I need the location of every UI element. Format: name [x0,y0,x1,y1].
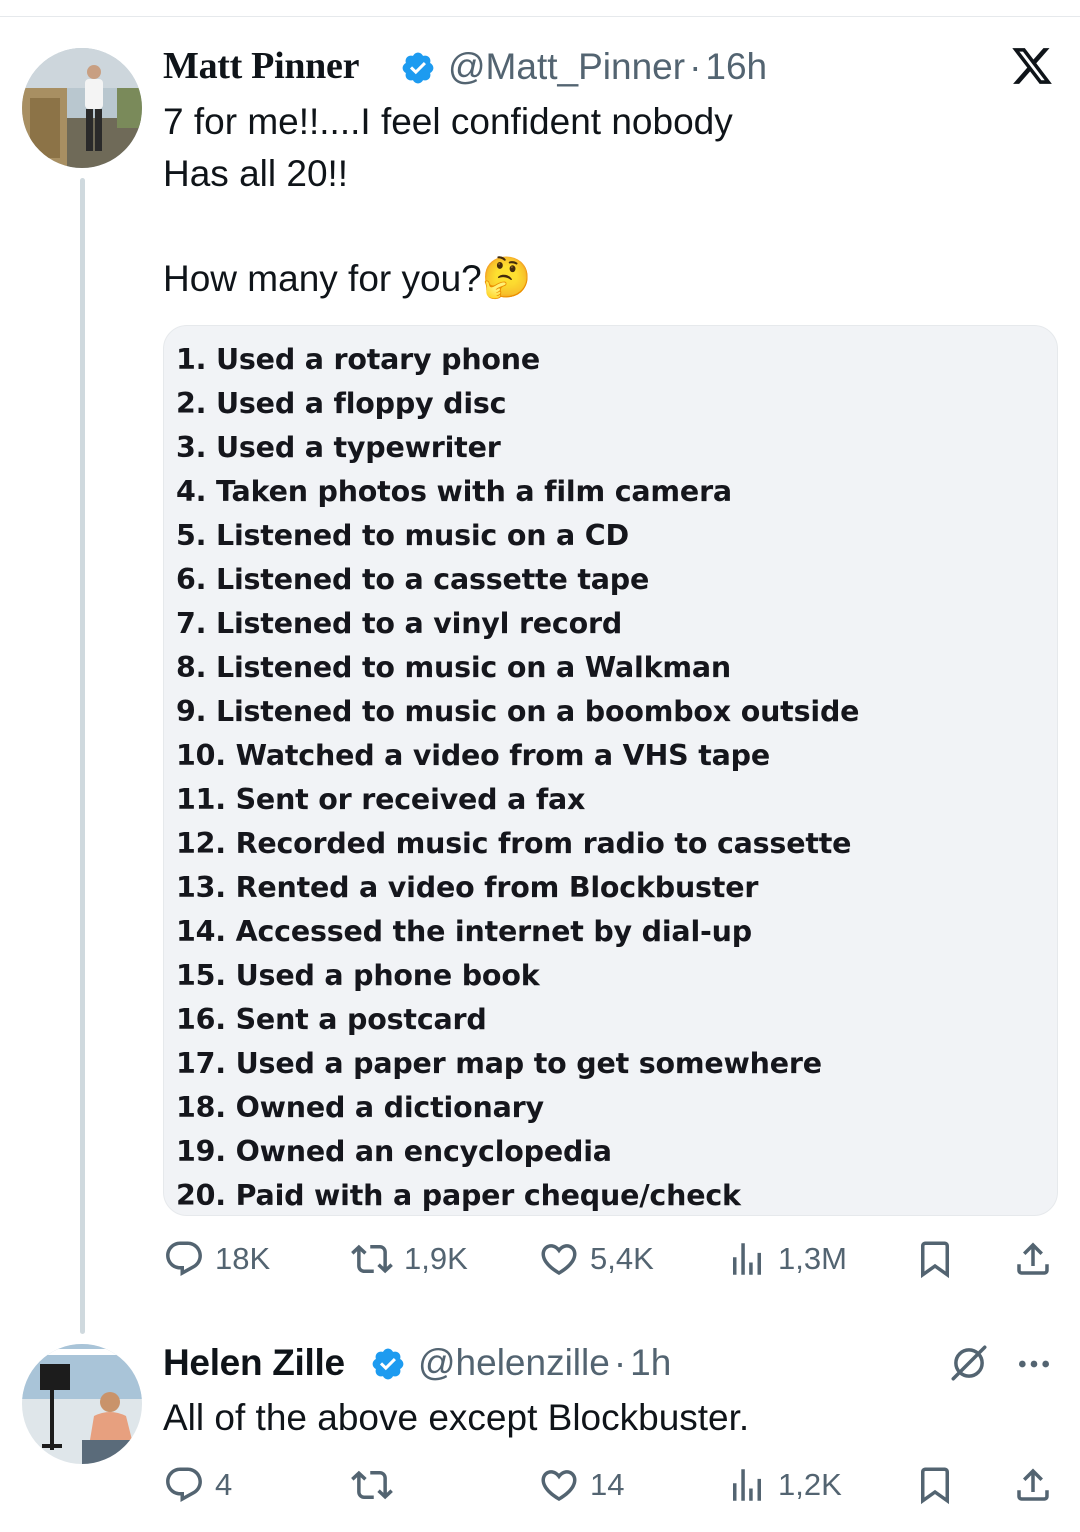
checklist-item: 12. Recorded music from radio to cassett… [176,827,852,860]
share-icon [1017,1242,1049,1275]
repost-button[interactable]: 1,9K [350,1238,468,1280]
repost-icon [351,1244,393,1274]
tweet-text-line-3: How many for you?🤔 [163,252,532,305]
reply-time[interactable]: 1h [630,1342,671,1383]
separator-dot: · [613,1342,627,1383]
checklist-item: 7. Listened to a vinyl record [176,607,623,640]
repost-icon [351,1470,393,1500]
bookmark-button[interactable] [914,1238,956,1285]
checklist-item: 16. Sent a postcard [176,1003,487,1036]
verified-badge-icon [372,1348,404,1380]
tweet-time[interactable]: 16h [705,46,767,87]
tweet-image[interactable]: 1. Used a rotary phone 2. Used a floppy d… [163,325,1058,1216]
reply-views-button[interactable]: 1,2K [726,1464,842,1506]
reply-reply-button[interactable]: 4 [163,1464,232,1506]
checklist-item: 1. Used a rotary phone [176,343,541,376]
checklist-item: 15. Used a phone book [176,959,540,992]
checklist-item: 4. Taken photos with a film camera [176,475,732,508]
reply-text: All of the above except Blockbuster. [163,1397,750,1438]
like-button[interactable]: 5,4K [538,1238,654,1280]
like-count: 5,4K [590,1241,654,1276]
views-button[interactable]: 1,3M [726,1238,847,1280]
checklist-item: 13. Rented a video from Blockbuster [176,871,759,904]
reply-repost-button[interactable] [350,1464,404,1506]
share-button[interactable] [1012,1238,1054,1285]
checklist-item: 5. Listened to music on a CD [176,519,629,552]
checklist-item: 20. Paid with a paper cheque/check [176,1179,741,1212]
reply-author-name[interactable]: Helen Zille [163,1342,345,1384]
reply-like-count: 14 [590,1467,625,1502]
bookmark-icon [921,1241,949,1279]
checklist-item: 14. Accessed the internet by dial-up [176,915,752,948]
tweet-text-line-1: 7 for me!!....I feel confident nobody [163,101,733,142]
views-icon [733,1469,761,1501]
more-icon [1019,1360,1049,1368]
checklist-item: 8. Listened to music on a Walkman [176,651,731,684]
like-icon [541,1470,577,1502]
checklist: 1. Used a rotary phone 2. Used a floppy d… [176,338,860,1215]
author-name[interactable]: Matt Pinner [163,44,359,88]
top-divider [0,16,1080,17]
handle-text: @Matt_Pinner [448,46,686,87]
reply-count: 18K [215,1241,271,1276]
reply-icon [166,1241,202,1276]
reply-button[interactable]: 18K [163,1238,270,1280]
reply-reply-count: 4 [215,1467,233,1502]
checklist-item: 19. Owned an encyclopedia [176,1135,612,1168]
avatar-matt-pinner[interactable] [22,48,142,168]
reply-views-count: 1,2K [778,1467,842,1502]
repost-count: 1,9K [404,1241,468,1276]
checklist-item: 2. Used a floppy disc [176,387,507,420]
x-logo-icon[interactable] [1010,44,1054,88]
reply-bookmark-button[interactable] [914,1464,956,1511]
grok-icon [951,1345,987,1381]
reply-icon [166,1467,202,1502]
separator-dot: · [689,46,702,87]
like-icon [541,1244,577,1276]
reply-author-handle[interactable]: @helenzille · 1h [418,1342,671,1384]
question-text: How many for you? [163,258,482,299]
author-handle[interactable]: @Matt_Pinner · 16h [448,46,767,88]
avatar-helen-zille[interactable] [22,1344,142,1464]
reply-like-button[interactable]: 14 [538,1464,624,1506]
checklist-item: 17. Used a paper map to get somewhere [176,1047,822,1080]
checklist-item: 10. Watched a video from a VHS tape [176,739,771,772]
share-icon [1017,1468,1049,1501]
checklist-item: 11. Sent or received a fax [176,783,586,816]
checklist-item: 9. Listened to music on a boombox outsid… [176,695,860,728]
reply-handle-text: @helenzille [418,1342,610,1383]
bookmark-icon [921,1467,949,1505]
views-count: 1,3M [778,1241,847,1276]
more-button[interactable] [1014,1344,1054,1389]
views-icon [733,1243,761,1275]
checklist-item: 6. Listened to a cassette tape [176,563,650,596]
thinking-emoji: 🤔 [481,256,532,300]
thread-line [80,178,85,1334]
grok-button[interactable] [948,1342,990,1389]
tweet-text-line-2: Has all 20!! [163,153,349,194]
verified-badge-icon [402,52,434,84]
checklist-item: 3. Used a typewriter [176,431,501,464]
reply-share-button[interactable] [1012,1464,1054,1511]
checklist-item: 18. Owned a dictionary [176,1091,544,1124]
